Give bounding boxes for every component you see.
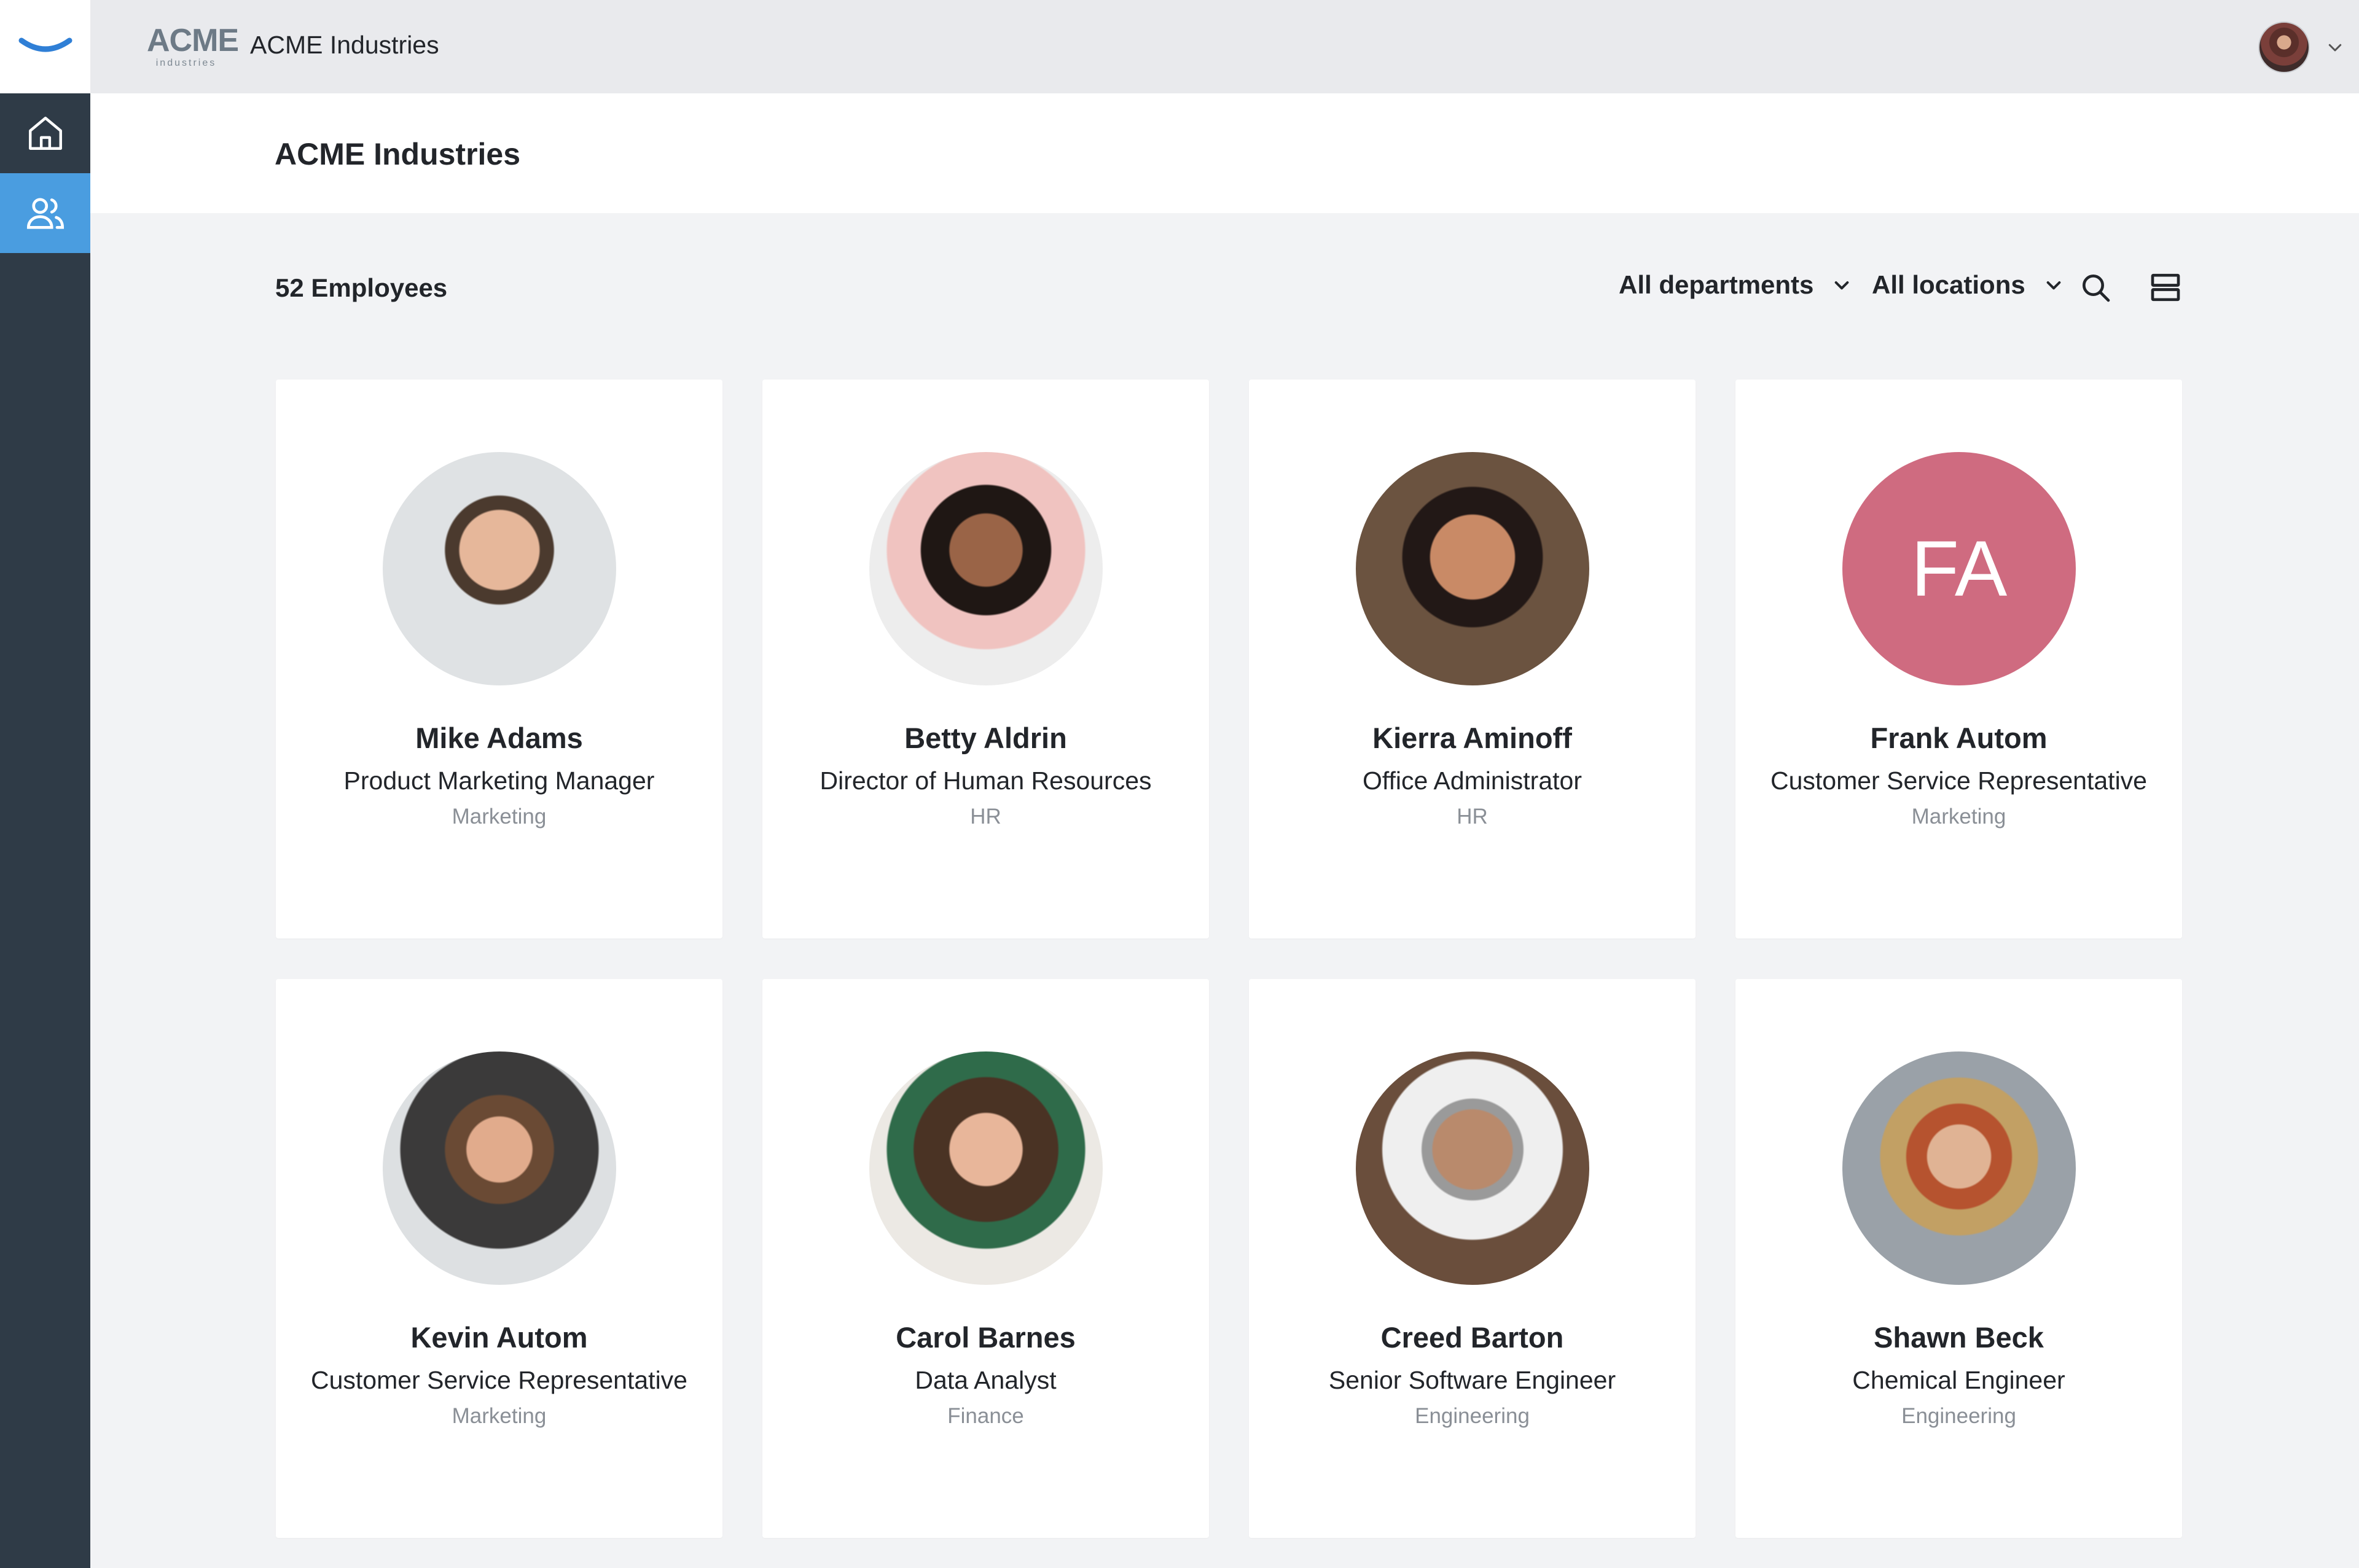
- employee-name: Shawn Beck: [1874, 1321, 2044, 1354]
- employee-name: Creed Barton: [1380, 1321, 1564, 1354]
- employee-role: Senior Software Engineer: [1328, 1366, 1616, 1394]
- people-icon: [26, 198, 64, 229]
- chevron-down-icon: [2328, 44, 2342, 52]
- employee-department: Engineering: [1415, 1404, 1530, 1428]
- employee-role: Office Administrator: [1363, 766, 1582, 795]
- employee-initials-avatar: FA: [1842, 452, 2076, 685]
- employee-photo: [869, 1051, 1103, 1285]
- employee-department: Engineering: [1901, 1404, 2016, 1428]
- company-logo[interactable]: ACME industries: [147, 25, 239, 71]
- employee-count: 52 Employees: [275, 273, 448, 302]
- smile-logo-icon: [18, 37, 72, 52]
- employee-role: Customer Service Representative: [311, 1366, 687, 1394]
- employee-department: Finance: [947, 1404, 1024, 1428]
- employee-role: Director of Human Resources: [820, 766, 1152, 795]
- employee-card[interactable]: Mike Adams Product Marketing Manager Mar…: [276, 380, 722, 938]
- employee-photo: [1356, 1051, 1589, 1285]
- employee-card[interactable]: Carol Barnes Data Analyst Finance: [762, 979, 1209, 1538]
- user-menu[interactable]: [2258, 20, 2344, 75]
- employee-photo: [383, 452, 616, 685]
- employee-name: Kierra Aminoff: [1372, 722, 1572, 754]
- employee-role: Product Marketing Manager: [343, 766, 655, 795]
- list-layout-icon: [2151, 273, 2180, 302]
- employee-role: Customer Service Representative: [1770, 766, 2147, 795]
- employee-card[interactable]: Shawn Beck Chemical Engineer Engineering: [1735, 979, 2182, 1538]
- page-header: ACME Industries: [90, 93, 2359, 213]
- employee-name: Frank Autom: [1870, 722, 2048, 754]
- employee-card[interactable]: Kevin Autom Customer Service Representat…: [276, 979, 722, 1538]
- initials-text: FA: [1842, 452, 2076, 685]
- app-logo[interactable]: [0, 0, 90, 93]
- employee-card[interactable]: Kierra Aminoff Office Administrator HR: [1249, 380, 1696, 938]
- employee-name: Mike Adams: [415, 722, 583, 754]
- employee-role: Chemical Engineer: [1852, 1366, 2065, 1394]
- employee-department: Marketing: [452, 805, 547, 829]
- avatar[interactable]: [2258, 21, 2310, 73]
- employee-photo: [1842, 1051, 2076, 1285]
- employee-role: Data Analyst: [915, 1366, 1057, 1394]
- employee-name: Kevin Autom: [410, 1321, 588, 1354]
- nav-people[interactable]: [0, 173, 90, 253]
- department-filter-label: All departments: [1619, 270, 1814, 299]
- employee-photo: [383, 1051, 616, 1285]
- location-filter[interactable]: All locations: [1872, 270, 2064, 300]
- department-filter[interactable]: All departments: [1619, 270, 1852, 300]
- employee-department: Marketing: [452, 1404, 547, 1428]
- location-filter-label: All locations: [1872, 270, 2025, 299]
- employee-photo: [1356, 452, 1589, 685]
- layout-toggle-button[interactable]: [2148, 270, 2183, 305]
- employee-card[interactable]: FA Frank Autom Customer Service Represen…: [1735, 380, 2182, 938]
- chevron-down-icon: [2046, 281, 2061, 290]
- nav-rail: [0, 0, 90, 1568]
- employee-department: HR: [970, 805, 1001, 829]
- employee-card[interactable]: Betty Aldrin Director of Human Resources…: [762, 380, 1209, 938]
- company-name: ACME Industries: [250, 31, 439, 59]
- home-icon: [28, 117, 62, 150]
- employee-department: HR: [1457, 805, 1488, 829]
- nav-home[interactable]: [0, 93, 90, 173]
- employee-name: Carol Barnes: [896, 1321, 1076, 1354]
- employee-card[interactable]: Creed Barton Senior Software Engineer En…: [1249, 979, 1696, 1538]
- search-icon: [2083, 275, 2110, 302]
- employee-photo: [869, 452, 1103, 685]
- app: ACME industries ACME Industries ACME Ind…: [0, 0, 2359, 1568]
- page-title: ACME Industries: [275, 137, 521, 171]
- employee-name: Betty Aldrin: [904, 722, 1067, 754]
- search-button[interactable]: [2078, 270, 2113, 305]
- employee-department: Marketing: [1911, 805, 2006, 829]
- top-bar: ACME industries ACME Industries: [90, 0, 2359, 93]
- chevron-down-icon: [1835, 281, 1849, 290]
